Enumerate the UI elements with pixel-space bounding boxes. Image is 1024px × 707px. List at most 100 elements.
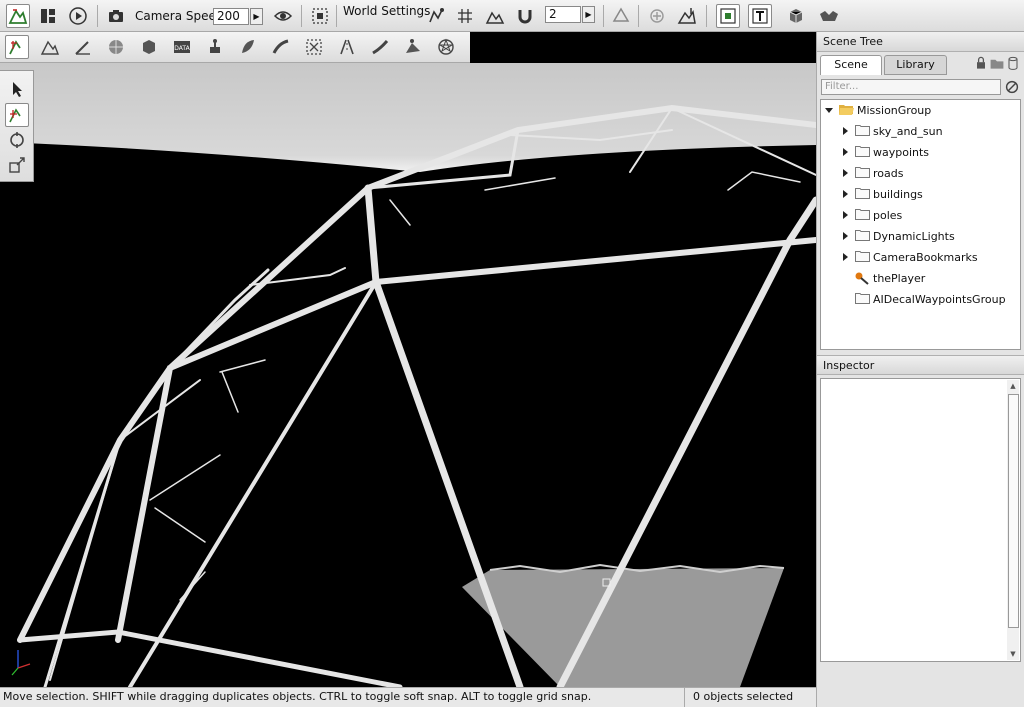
tree-item[interactable]: poles: [821, 206, 1020, 226]
scroll-up-icon[interactable]: ▲: [1007, 380, 1019, 392]
snap-rotate-icon[interactable]: [424, 4, 448, 28]
status-hint: Move selection. SHIFT while dragging dup…: [3, 690, 592, 703]
folder-icon: [855, 125, 870, 136]
tree-item[interactable]: buildings: [821, 185, 1020, 205]
inspector-scrollbar[interactable]: ▲ ▼: [1007, 380, 1019, 660]
world-settings-label[interactable]: World Settings: [343, 4, 430, 18]
inspector-panel[interactable]: ▲ ▼: [820, 378, 1021, 662]
material-editor-icon[interactable]: [104, 35, 128, 59]
scene-tree[interactable]: MissionGroup sky_and_sun waypoints roads…: [820, 99, 1021, 350]
viewport-scene: [0, 63, 816, 687]
terrain-painter-icon[interactable]: [71, 35, 95, 59]
expand-arrow-icon[interactable]: [843, 169, 848, 177]
magnet-icon[interactable]: [513, 4, 537, 28]
expand-arrow-icon[interactable]: [843, 127, 848, 135]
tree-item-label: waypoints: [873, 146, 930, 159]
expand-arrow-icon[interactable]: [843, 253, 848, 261]
eye-icon[interactable]: [271, 4, 295, 28]
tree-root-row[interactable]: MissionGroup: [821, 101, 1020, 121]
terrain-editor-icon[interactable]: [38, 35, 62, 59]
snap-value-spinner[interactable]: ▶: [582, 6, 595, 23]
center-snap-icon[interactable]: [645, 4, 669, 28]
lock-icon[interactable]: [973, 54, 989, 72]
tree-item[interactable]: DynamicLights: [821, 227, 1020, 247]
visibility-layers-icon[interactable]: [816, 4, 842, 28]
object-editor-icon[interactable]: [5, 35, 29, 59]
toolbar-separator: [638, 5, 639, 27]
frame-selection-icon[interactable]: [308, 4, 332, 28]
expand-arrow-icon[interactable]: [843, 211, 848, 219]
scene-filter-input[interactable]: Filter...: [821, 79, 1001, 95]
tree-item[interactable]: sky_and_sun: [821, 122, 1020, 142]
play-icon[interactable]: [66, 4, 90, 28]
tree-item[interactable]: roads: [821, 164, 1020, 184]
road-editor-icon[interactable]: [335, 35, 359, 59]
main-toolbar: Camera Speed 200 ▶ World Settings 2 ▶: [0, 0, 1024, 32]
grid-snap-icon[interactable]: [453, 4, 477, 28]
delete-icon[interactable]: [1005, 54, 1021, 72]
tree-item-label: DynamicLights: [873, 230, 955, 243]
clear-filter-icon[interactable]: [1003, 78, 1021, 96]
folder-icon: [855, 230, 870, 241]
mesh-road-editor-icon[interactable]: [368, 35, 392, 59]
open-folder-icon: [839, 105, 854, 115]
toolbar-separator: [97, 5, 98, 27]
tree-item[interactable]: waypoints: [821, 143, 1020, 163]
tool-palette: [0, 70, 34, 182]
datablock-editor-icon[interactable]: DATA: [170, 35, 194, 59]
selection-count: 0 objects selected: [693, 690, 794, 703]
tree-item-label: AIDecalWaypointsGroup: [873, 293, 1006, 306]
expand-arrow-icon[interactable]: [843, 232, 848, 240]
camera-speed-input[interactable]: 200: [213, 8, 249, 25]
tab-library[interactable]: Library: [884, 55, 947, 75]
navmesh-editor-icon[interactable]: [401, 35, 425, 59]
tree-item-label: sky_and_sun: [873, 125, 943, 138]
decal-editor-icon[interactable]: [302, 35, 326, 59]
3d-viewport[interactable]: [0, 63, 816, 687]
drop-at-icon[interactable]: [675, 4, 699, 28]
object-snap-icon[interactable]: [609, 4, 633, 28]
forest-editor-icon[interactable]: [236, 35, 260, 59]
river-editor-icon[interactable]: [269, 35, 293, 59]
svg-text:DATA: DATA: [174, 45, 190, 52]
player-icon: [855, 272, 869, 285]
object-shapes-icon[interactable]: [784, 4, 808, 28]
world-editor-icon[interactable]: [6, 4, 30, 28]
expand-arrow-icon[interactable]: [843, 148, 848, 156]
tab-scene[interactable]: Scene: [820, 55, 882, 75]
folder-icon: [855, 293, 870, 304]
toolbar-separator: [706, 5, 707, 27]
particle-editor-icon[interactable]: [203, 35, 227, 59]
terrain-snap-icon[interactable]: [483, 4, 507, 28]
tree-item-label: roads: [873, 167, 904, 180]
snap-value-input[interactable]: 2: [545, 6, 581, 23]
text-labels-icon[interactable]: [748, 4, 772, 28]
select-arrow-icon[interactable]: [5, 77, 29, 101]
shape-editor-icon[interactable]: [137, 35, 161, 59]
tree-item-label: MissionGroup: [857, 104, 932, 117]
sketch-tool-icon[interactable]: [434, 35, 458, 59]
layout-icon[interactable]: [36, 4, 60, 28]
tree-item[interactable]: AIDecalWaypointsGroup: [821, 290, 1020, 310]
scale-tool-icon[interactable]: [5, 153, 29, 177]
camera-speed-spinner[interactable]: ▶: [250, 8, 263, 25]
camera-icon[interactable]: [104, 4, 128, 28]
tree-item-label: buildings: [873, 188, 923, 201]
toolbar-separator: [603, 5, 604, 27]
scroll-thumb[interactable]: [1008, 394, 1019, 628]
move-tool-icon[interactable]: [5, 103, 29, 127]
selection-mode-icon[interactable]: [716, 4, 740, 28]
new-folder-icon[interactable]: [989, 54, 1005, 72]
tree-item[interactable]: thePlayer: [821, 269, 1020, 289]
scroll-down-icon[interactable]: ▼: [1007, 648, 1019, 660]
inspector-title: Inspector: [817, 355, 1024, 375]
tree-item-label: poles: [873, 209, 903, 222]
axis-gizmo: [11, 650, 31, 676]
collapse-arrow-icon[interactable]: [825, 108, 833, 113]
rotate-tool-icon[interactable]: [5, 128, 29, 152]
expand-arrow-icon[interactable]: [843, 190, 848, 198]
tree-item[interactable]: CameraBookmarks: [821, 248, 1020, 268]
editor-tools-toolbar: DATA: [0, 32, 470, 63]
right-panel: Scene Tree Scene Library Filter... Missi…: [816, 32, 1024, 707]
status-bar: Move selection. SHIFT while dragging dup…: [0, 687, 816, 707]
